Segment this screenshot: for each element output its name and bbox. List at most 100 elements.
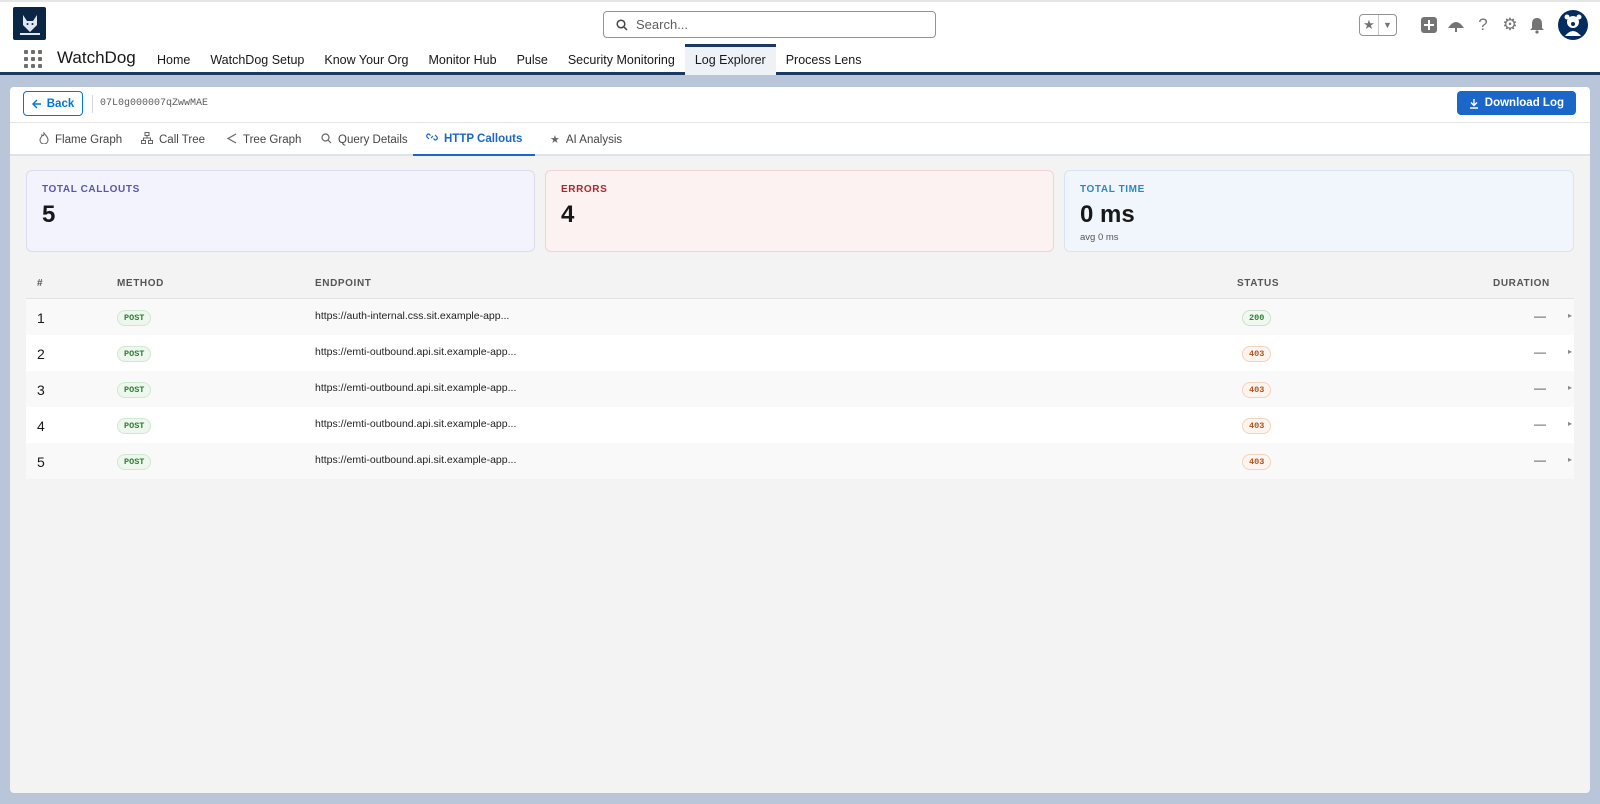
trailhead-icon[interactable]: [1443, 12, 1469, 38]
tab-query-details[interactable]: Query Details: [308, 123, 421, 156]
nav-item-security-monitoring[interactable]: Security Monitoring: [558, 44, 685, 75]
nav-item-process-lens[interactable]: Process Lens: [776, 44, 872, 75]
column-header-endpoint: ENDPOINT: [315, 278, 372, 289]
total-time-label: TOTAL TIME: [1080, 184, 1145, 195]
status-badge: 403: [1242, 346, 1272, 362]
expand-caret-icon[interactable]: ▸: [1568, 455, 1572, 464]
tab-http-callouts[interactable]: HTTP Callouts: [413, 123, 536, 156]
column-header-number: #: [37, 278, 44, 289]
total-callouts-value: 5: [42, 201, 56, 228]
method-cell: POST: [117, 418, 152, 434]
hierarchy-icon: [141, 132, 153, 147]
status-badge: 403: [1242, 382, 1272, 398]
column-header-method: METHOD: [117, 278, 164, 289]
method-badge: POST: [117, 310, 152, 326]
table-row[interactable]: 3 POST https://emti-outbound.api.sit.exa…: [26, 371, 1574, 407]
endpoint-url: https://auth-internal.css.sit.example-ap…: [315, 310, 510, 322]
tab-label: HTTP Callouts: [444, 132, 523, 145]
expand-caret-icon[interactable]: ▸: [1568, 419, 1572, 428]
column-header-status: STATUS: [1237, 278, 1280, 289]
app-navigation: WatchDog Home WatchDog Setup Know Your O…: [0, 44, 1600, 106]
download-log-button[interactable]: Download Log: [1456, 91, 1576, 115]
global-search[interactable]: [603, 11, 936, 38]
duration-value: —: [1534, 345, 1546, 359]
search-icon: [616, 18, 628, 31]
status-badge: 403: [1242, 418, 1272, 434]
star-icon[interactable]: ★: [1360, 15, 1378, 35]
endpoint-url: https://emti-outbound.api.sit.example-ap…: [315, 418, 517, 430]
favorites-group[interactable]: ★ ▼: [1359, 14, 1397, 36]
tab-tree-graph[interactable]: Tree Graph: [213, 123, 314, 156]
table-row[interactable]: 5 POST https://emti-outbound.api.sit.exa…: [26, 443, 1574, 479]
user-avatar-icon: [1564, 14, 1582, 36]
endpoint-url: https://emti-outbound.api.sit.example-ap…: [315, 346, 517, 358]
star-icon: ★: [550, 134, 560, 146]
tab-call-tree[interactable]: Call Tree: [128, 123, 218, 156]
nav-item-watchdog-setup[interactable]: WatchDog Setup: [200, 44, 314, 75]
table-header: # METHOD ENDPOINT STATUS DURATION: [26, 268, 1574, 299]
total-callouts-card: TOTAL CALLOUTS 5: [26, 170, 535, 252]
nav-item-log-explorer[interactable]: Log Explorer: [684, 44, 776, 75]
column-header-duration: DURATION: [1493, 278, 1550, 289]
avg-time: avg 0 ms: [1080, 232, 1119, 243]
table-row[interactable]: 2 POST https://emti-outbound.api.sit.exa…: [26, 335, 1574, 371]
method-badge: POST: [117, 454, 152, 470]
expand-caret-icon[interactable]: ▸: [1568, 311, 1572, 320]
endpoint-url: https://emti-outbound.api.sit.example-ap…: [315, 382, 517, 394]
status-cell: 403: [1242, 418, 1272, 434]
callouts-table: # METHOD ENDPOINT STATUS DURATION 1 POST…: [26, 268, 1574, 479]
help-icon[interactable]: ?: [1470, 12, 1496, 38]
bell-icon[interactable]: [1524, 12, 1550, 38]
download-icon: [1469, 98, 1478, 109]
errors-value: 4: [561, 201, 575, 228]
avatar[interactable]: [1558, 10, 1588, 40]
table-row[interactable]: 1 POST https://auth-internal.css.sit.exa…: [26, 299, 1574, 335]
log-detail-panel: Back 07L0g000007qZwwMAE Download Log Fla…: [10, 87, 1590, 793]
tab-flame-graph[interactable]: Flame Graph: [26, 123, 135, 156]
header-utility-icons: ★ ▼ ? ⚙: [1359, 10, 1588, 40]
tab-label: Flame Graph: [55, 133, 123, 146]
download-log-label: Download Log: [1484, 97, 1564, 109]
row-number: 4: [37, 418, 45, 434]
method-badge: POST: [117, 382, 152, 398]
errors-label: ERRORS: [561, 184, 608, 195]
global-header: ★ ▼ ? ⚙: [0, 0, 1600, 44]
tab-label: AI Analysis: [565, 133, 623, 146]
back-button[interactable]: Back: [23, 91, 83, 116]
add-icon[interactable]: [1416, 12, 1442, 38]
chevron-down-icon[interactable]: ▼: [1378, 15, 1396, 35]
nav-item-home[interactable]: Home: [147, 44, 200, 75]
duration-value: —: [1534, 453, 1546, 467]
table-body: 1 POST https://auth-internal.css.sit.exa…: [26, 299, 1574, 479]
row-number: 1: [37, 310, 45, 326]
duration-value: —: [1534, 417, 1546, 431]
tab-label: Query Details: [338, 133, 408, 146]
analysis-tabs: Flame Graph Call Tree Tree Graph Query D…: [10, 123, 1590, 156]
duration-value: —: [1534, 309, 1546, 323]
row-number: 5: [37, 454, 45, 470]
search-input[interactable]: [636, 17, 916, 32]
total-time-value: 0 ms: [1080, 201, 1135, 228]
status-badge: 403: [1242, 454, 1272, 470]
row-number: 2: [37, 346, 45, 362]
status-cell: 200: [1242, 310, 1272, 326]
method-cell: POST: [117, 382, 152, 398]
nav-item-monitor-hub[interactable]: Monitor Hub: [418, 44, 506, 75]
method-cell: POST: [117, 346, 152, 362]
toolbar-divider: [92, 95, 93, 113]
watchdog-logo[interactable]: [13, 7, 46, 40]
log-toolbar: Back 07L0g000007qZwwMAE Download Log: [10, 87, 1590, 123]
expand-caret-icon[interactable]: ▸: [1568, 347, 1572, 356]
status-cell: 403: [1242, 382, 1272, 398]
expand-caret-icon[interactable]: ▸: [1568, 383, 1572, 392]
nav-item-know-your-org[interactable]: Know Your Org: [314, 44, 418, 75]
method-badge: POST: [117, 418, 152, 434]
gear-icon[interactable]: ⚙: [1497, 12, 1523, 38]
nav-item-pulse[interactable]: Pulse: [507, 44, 558, 75]
nav-bar: Home WatchDog Setup Know Your Org Monito…: [147, 44, 871, 75]
tab-ai-analysis[interactable]: ★ AI Analysis: [537, 123, 635, 156]
app-launcher-icon[interactable]: [24, 50, 42, 68]
table-row[interactable]: 4 POST https://emti-outbound.api.sit.exa…: [26, 407, 1574, 443]
row-number: 3: [37, 382, 45, 398]
log-id: 07L0g000007qZwwMAE: [100, 98, 209, 109]
